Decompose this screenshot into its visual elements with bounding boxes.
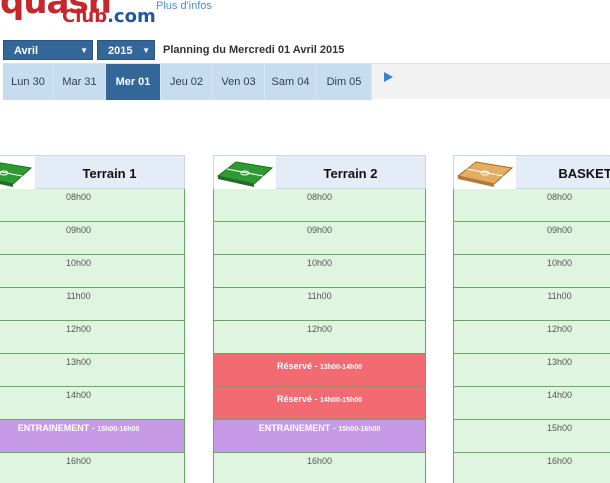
free-slot[interactable]: 14h00 <box>454 387 610 420</box>
slot-label: Réservé <box>276 361 312 371</box>
time-slots: 08h00 09h00 10h00 11h00 12h00 13h00 14h00 ENTRA… <box>0 189 185 483</box>
chevron-down-icon: ▼ <box>142 46 150 55</box>
free-slot[interactable]: 09h00 <box>0 222 184 255</box>
free-slot[interactable]: 16h00 <box>454 453 610 483</box>
day-tab-sam-04[interactable]: Sam 04 <box>265 64 317 100</box>
reserved-slot[interactable]: Réservé - 13h00-14h00 <box>214 354 425 387</box>
free-slot[interactable]: 08h00 <box>0 189 184 222</box>
free-slot[interactable]: 10h00 <box>454 255 610 288</box>
free-slot[interactable]: 16h00 <box>0 453 184 483</box>
free-slot[interactable]: 08h00 <box>454 189 610 222</box>
month-select[interactable]: Avril ▼ <box>3 40 93 60</box>
slot-time: 13h00-14h00 <box>320 364 363 371</box>
slot-time: 15h00-16h00 <box>338 426 381 433</box>
page: quash Club.com Plus d'infos Avril ▼ 2015… <box>0 0 610 483</box>
slot-separator: - <box>312 361 320 371</box>
more-info-link[interactable]: Plus d'infos <box>156 0 212 12</box>
year-select[interactable]: 2015 ▼ <box>97 40 155 60</box>
logo-club: Club.com <box>62 6 156 27</box>
day-navigation: Lun 30 Mar 31 Mer 01 Jeu 02 Ven 03 Sam 04 Dim … <box>3 63 610 100</box>
slot-time: 14h00-15h00 <box>320 397 363 404</box>
free-slot[interactable]: 12h00 <box>214 321 425 354</box>
free-slot[interactable]: 10h00 <box>214 255 425 288</box>
basketball-court-icon <box>454 156 516 189</box>
month-select-value: Avril <box>14 45 39 57</box>
day-tab-ven-03[interactable]: Ven 03 <box>213 64 265 100</box>
court-header: BASKET 3 <box>453 155 610 189</box>
free-slot[interactable]: 11h00 <box>454 288 610 321</box>
planning-title: Planning du Mercredi 01 Avril 2015 <box>163 44 345 56</box>
football-field-icon <box>214 156 276 189</box>
day-tab-dim-05[interactable]: Dim 05 <box>317 64 372 100</box>
court-name: Terrain 2 <box>323 166 378 181</box>
day-tab-mar-31[interactable]: Mar 31 <box>54 64 106 100</box>
free-slot[interactable]: 13h00 <box>454 354 610 387</box>
slot-time: 15h00-16h00 <box>97 426 140 433</box>
free-slot[interactable]: 12h00 <box>454 321 610 354</box>
free-slot[interactable]: 14h00 <box>0 387 184 420</box>
free-slot[interactable]: 09h00 <box>214 222 425 255</box>
free-slot[interactable]: 12h00 <box>0 321 184 354</box>
year-select-value: 2015 <box>108 45 133 57</box>
chevron-down-icon: ▼ <box>80 46 88 55</box>
free-slot[interactable]: 09h00 <box>454 222 610 255</box>
court-header: Terrain 1 <box>0 155 185 189</box>
time-slots: 08h00 09h00 10h00 11h00 12h00 13h00 14h00 15h00… <box>453 189 610 483</box>
slot-label: ENTRAINEMENT <box>258 423 331 433</box>
day-tab-jeu-02[interactable]: Jeu 02 <box>161 64 213 100</box>
slot-separator: - <box>312 394 320 404</box>
time-slots: 08h00 09h00 10h00 11h00 12h00 Réservé - 13h00… <box>213 189 426 483</box>
free-slot[interactable]: 08h00 <box>214 189 425 222</box>
club-logo[interactable]: quash Club.com <box>0 0 156 32</box>
court-header: Terrain 2 <box>213 155 426 189</box>
training-slot[interactable]: ENTRAINEMENT - 15h00-16h00 <box>214 420 425 453</box>
court-1: Terrain 1 08h00 09h00 10h00 11h00 12h00 13h00 1… <box>0 155 185 483</box>
training-slot[interactable]: ENTRAINEMENT - 15h00-16h00 <box>0 420 184 453</box>
reserved-slot[interactable]: Réservé - 14h00-15h00 <box>214 387 425 420</box>
court-2: Terrain 2 08h00 09h00 10h00 11h00 12h00 Réserv… <box>213 155 426 483</box>
free-slot[interactable]: 11h00 <box>214 288 425 321</box>
court-name: BASKET 3 <box>558 166 610 181</box>
free-slot[interactable]: 15h00 <box>454 420 610 453</box>
free-slot[interactable]: 10h00 <box>0 255 184 288</box>
slot-label: ENTRAINEMENT <box>17 423 90 433</box>
free-slot[interactable]: 13h00 <box>0 354 184 387</box>
free-slot[interactable]: 11h00 <box>0 288 184 321</box>
free-slot[interactable]: 16h00 <box>214 453 425 483</box>
day-tab-mer-01[interactable]: Mer 01 <box>106 64 161 100</box>
court-3: BASKET 3 08h0009h0010h0011h0012h0013h0014… <box>453 155 610 483</box>
slot-label: Réservé <box>276 394 312 404</box>
football-field-icon <box>0 156 35 189</box>
next-week-arrow-icon[interactable] <box>384 72 393 82</box>
court-name: Terrain 1 <box>82 166 137 181</box>
day-tab-lun-30[interactable]: Lun 30 <box>3 64 54 100</box>
